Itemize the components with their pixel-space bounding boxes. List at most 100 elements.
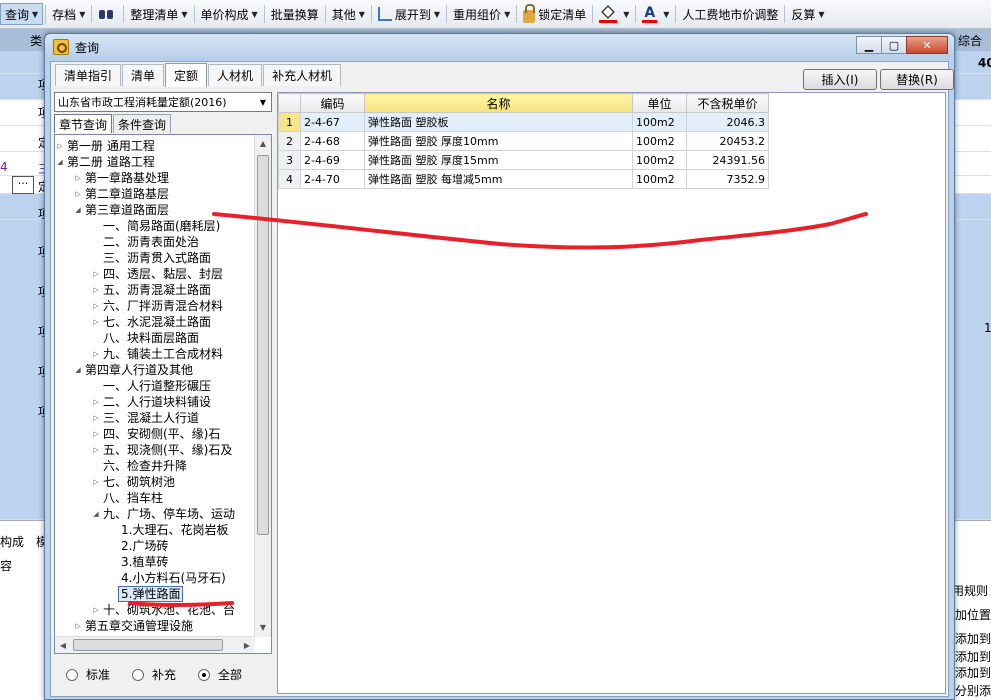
toolbar-button-5[interactable]: 批量换算 <box>267 3 323 25</box>
tree-node[interactable]: ▷ 第五章交通管理设施 <box>55 618 245 634</box>
tree-node[interactable]: ▷ 四、透层、黏层、封层 <box>55 266 245 282</box>
scroll-thumb[interactable] <box>257 155 269 535</box>
table-row[interactable]: 1 2-4-67 弹性路面 塑胶板 100m2 2046.3 <box>278 112 769 132</box>
tree-node[interactable]: 一、简易路面(磨耗层) <box>55 218 245 234</box>
minimize-button[interactable]: ▁ <box>856 36 882 54</box>
expand-icon[interactable]: ▷ <box>91 282 101 298</box>
toolbar-button-10[interactable]: ▼ <box>595 3 633 25</box>
tree-node[interactable]: 4.小方料石(马牙石) <box>55 570 245 586</box>
tree-node[interactable]: 1.大理石、花岗岩板 <box>55 522 245 538</box>
scroll-thumb[interactable] <box>73 639 223 651</box>
chevron-down-icon[interactable]: ▼ <box>663 10 669 19</box>
expand-icon[interactable]: ▷ <box>91 346 101 362</box>
tree-node[interactable]: ▷ 三、混凝土人行道 <box>55 410 245 426</box>
chevron-down-icon[interactable]: ▼ <box>359 10 365 19</box>
tree-node[interactable]: ▷ 七、砌筑树池 <box>55 474 245 490</box>
close-button[interactable]: ✕ <box>906 36 948 54</box>
column-header-name[interactable]: 名称 <box>364 93 633 113</box>
expand-icon[interactable]: ▷ <box>91 298 101 314</box>
tree-node[interactable]: ▷ 五、现浇侧(平、缘)石及 <box>55 442 245 458</box>
column-header-price[interactable]: 不含税单价 <box>686 93 769 113</box>
expand-icon[interactable]: ▷ <box>73 186 83 202</box>
scroll-right-icon[interactable]: ▶ <box>239 637 255 653</box>
tree-node[interactable]: 2.广场砖 <box>55 538 245 554</box>
expand-icon[interactable]: ▷ <box>91 442 101 458</box>
radio-dot[interactable] <box>66 668 78 681</box>
tab-0[interactable]: 清单指引 <box>55 64 122 86</box>
expand-icon[interactable]: ▷ <box>91 426 101 442</box>
column-header-code[interactable]: 编码 <box>300 93 365 113</box>
scroll-left-icon[interactable]: ◀ <box>55 637 71 653</box>
chevron-down-icon[interactable]: ▼ <box>504 10 510 19</box>
collapse-icon[interactable]: ◢ <box>73 362 83 378</box>
tree-node[interactable]: 八、挡车柱 <box>55 490 245 506</box>
radio-dot[interactable] <box>198 668 211 681</box>
toolbar-button-0[interactable]: 查询 ▼ <box>0 3 44 25</box>
tree-node[interactable]: ◢ 第三章道路面层 <box>55 202 245 218</box>
collapse-icon[interactable]: ◢ <box>55 154 65 170</box>
table-row[interactable]: 4 2-4-70 弹性路面 塑胶 每增减5mm 100m2 7352.9 <box>278 169 769 189</box>
chevron-down-icon[interactable]: ▼ <box>434 10 440 19</box>
tab-3[interactable]: 人材机 <box>208 64 263 86</box>
tree-node[interactable]: ▷ 六、厂拌沥青混合材料 <box>55 298 245 314</box>
toolbar-button-12[interactable]: 人工费地市价调整 <box>678 3 782 25</box>
source-filter-radio-1[interactable]: 补充 <box>132 666 176 683</box>
background-ellipsis-button[interactable]: ··· <box>12 176 34 194</box>
tree-vertical-scrollbar[interactable]: ▲ ▼ <box>254 135 271 637</box>
table-row[interactable]: 3 2-4-69 弹性路面 塑胶 厚度15mm 100m2 24391.56 <box>278 150 769 170</box>
chevron-down-icon[interactable]: ▼ <box>79 10 85 19</box>
expand-icon[interactable]: ▷ <box>91 394 101 410</box>
collapse-icon[interactable]: ◢ <box>73 202 83 218</box>
source-filter-radio-0[interactable]: 标准 <box>66 666 110 683</box>
toolbar-button-1[interactable]: 存档 ▼ <box>48 3 89 25</box>
radio-dot[interactable] <box>132 668 145 681</box>
expand-icon[interactable]: ▷ <box>91 410 101 426</box>
expand-icon[interactable]: ▷ <box>91 266 101 282</box>
tree-node[interactable]: ▷ 二、人行道块料铺设 <box>55 394 245 410</box>
toolbar-button-4[interactable]: 单价构成 ▼ <box>197 3 262 25</box>
replace-button[interactable]: 替换(R) <box>880 69 954 90</box>
chevron-down-icon[interactable]: ▼ <box>255 93 271 111</box>
tree-horizontal-scrollbar[interactable]: ◀ ▶ <box>55 636 255 653</box>
toolbar-button-6[interactable]: 其他 ▼ <box>328 3 369 25</box>
tree-node[interactable]: ▷ 七、水泥混凝土路面 <box>55 314 245 330</box>
collapse-icon[interactable]: ◢ <box>91 506 101 522</box>
tree-node[interactable]: ◢ 九、广场、停车场、运动 <box>55 506 245 522</box>
tree-node[interactable]: ▷ 第一册 通用工程 <box>55 138 245 154</box>
chevron-down-icon[interactable]: ▼ <box>252 10 258 19</box>
tab-1[interactable]: 清单 <box>122 64 165 86</box>
toolbar-button-13[interactable]: 反算 ▼ <box>787 3 828 25</box>
chevron-down-icon[interactable]: ▼ <box>32 10 38 19</box>
source-filter-radio-2[interactable]: 全部 <box>198 666 242 683</box>
tree-node[interactable]: 八、块料面层路面 <box>55 330 245 346</box>
tree-node[interactable]: ◢ 第四章人行道及其他 <box>55 362 245 378</box>
toolbar-button-7[interactable]: 展开到 ▼ <box>374 3 444 25</box>
tree-node[interactable]: ▷ 第一章路基处理 <box>55 170 245 186</box>
table-row[interactable]: 2 2-4-68 弹性路面 塑胶 厚度10mm 100m2 20453.2 <box>278 131 769 151</box>
tab-2[interactable]: 定额 <box>165 63 208 87</box>
scroll-down-icon[interactable]: ▼ <box>255 619 271 635</box>
expand-icon[interactable]: ▷ <box>91 474 101 490</box>
tree-node[interactable]: 二、沥青表面处治 <box>55 234 245 250</box>
expand-icon[interactable]: ▷ <box>73 618 83 634</box>
tree-node[interactable]: ◢ 第二册 道路工程 <box>55 154 245 170</box>
tree-node[interactable]: ▷ 第二章道路基层 <box>55 186 245 202</box>
dialog-title-bar[interactable]: 查询 ▁ ▢ ✕ <box>45 34 954 60</box>
scroll-up-icon[interactable]: ▲ <box>255 135 271 151</box>
tree-node[interactable]: ▷ 四、安砌侧(平、缘)石 <box>55 426 245 442</box>
toolbar-button-9[interactable]: 锁定清单 <box>519 3 590 25</box>
column-header-unit[interactable]: 单位 <box>632 93 687 113</box>
chevron-down-icon[interactable]: ▼ <box>181 10 187 19</box>
toolbar-button-8[interactable]: 重用组价 ▼ <box>449 3 514 25</box>
tree-node[interactable]: 3.植草砖 <box>55 554 245 570</box>
chevron-down-icon[interactable]: ▼ <box>818 10 824 19</box>
tree-node[interactable]: ▷ 十、砌筑水池、花池、台 <box>55 602 245 618</box>
insert-button[interactable]: 插入(I) <box>803 69 877 90</box>
tab-4[interactable]: 补充人材机 <box>263 64 342 86</box>
expand-icon[interactable]: ▷ <box>55 138 65 154</box>
tree-node[interactable]: ▷ 九、铺装土工合成材料 <box>55 346 245 362</box>
maximize-button[interactable]: ▢ <box>881 36 907 54</box>
toolbar-button-11[interactable]: A ▼ <box>638 3 673 25</box>
tree-node[interactable]: 六、检查井升降 <box>55 458 245 474</box>
tree-node[interactable]: 三、沥青贯入式路面 <box>55 250 245 266</box>
